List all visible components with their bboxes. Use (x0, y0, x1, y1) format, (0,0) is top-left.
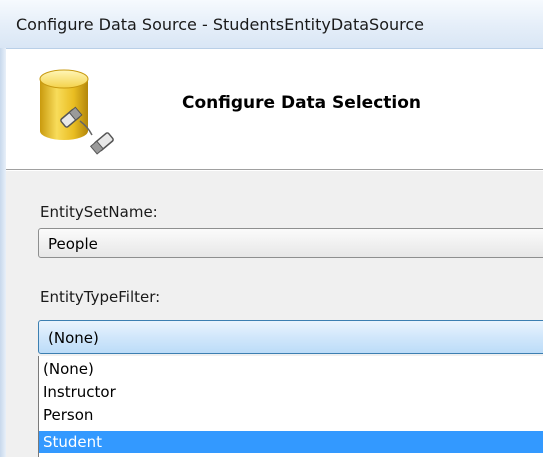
window-title: Configure Data Source - StudentsEntityDa… (16, 15, 425, 34)
dropdown-option-instructor[interactable]: Instructor (39, 381, 543, 403)
entity-type-dropdown-list: (None) Instructor Person Student (38, 356, 543, 457)
dropdown-option-person[interactable]: Person (39, 404, 543, 426)
entity-type-value: (None) (48, 329, 99, 347)
option-label: Student (43, 433, 103, 451)
entity-set-combobox[interactable]: People (38, 228, 543, 258)
title-bar[interactable]: Configure Data Source - StudentsEntityDa… (0, 0, 543, 49)
wizard-header: Configure Data Selection (6, 49, 543, 169)
dropdown-option-none[interactable]: (None) (39, 358, 543, 380)
database-icon (39, 69, 114, 155)
entity-type-label: EntityTypeFilter: (40, 288, 161, 306)
entity-type-combobox[interactable]: (None) (38, 320, 543, 354)
page-heading: Configure Data Selection (182, 93, 422, 113)
dropdown-option-student[interactable]: Student (39, 431, 543, 453)
option-label: (None) (43, 360, 94, 378)
option-label: Instructor (43, 383, 116, 401)
configure-data-source-dialog: Configure Data Source - StudentsEntityDa… (0, 0, 543, 457)
entity-set-value: People (48, 235, 98, 253)
option-label: Person (43, 406, 94, 424)
entity-set-label: EntitySetName: (40, 203, 158, 221)
